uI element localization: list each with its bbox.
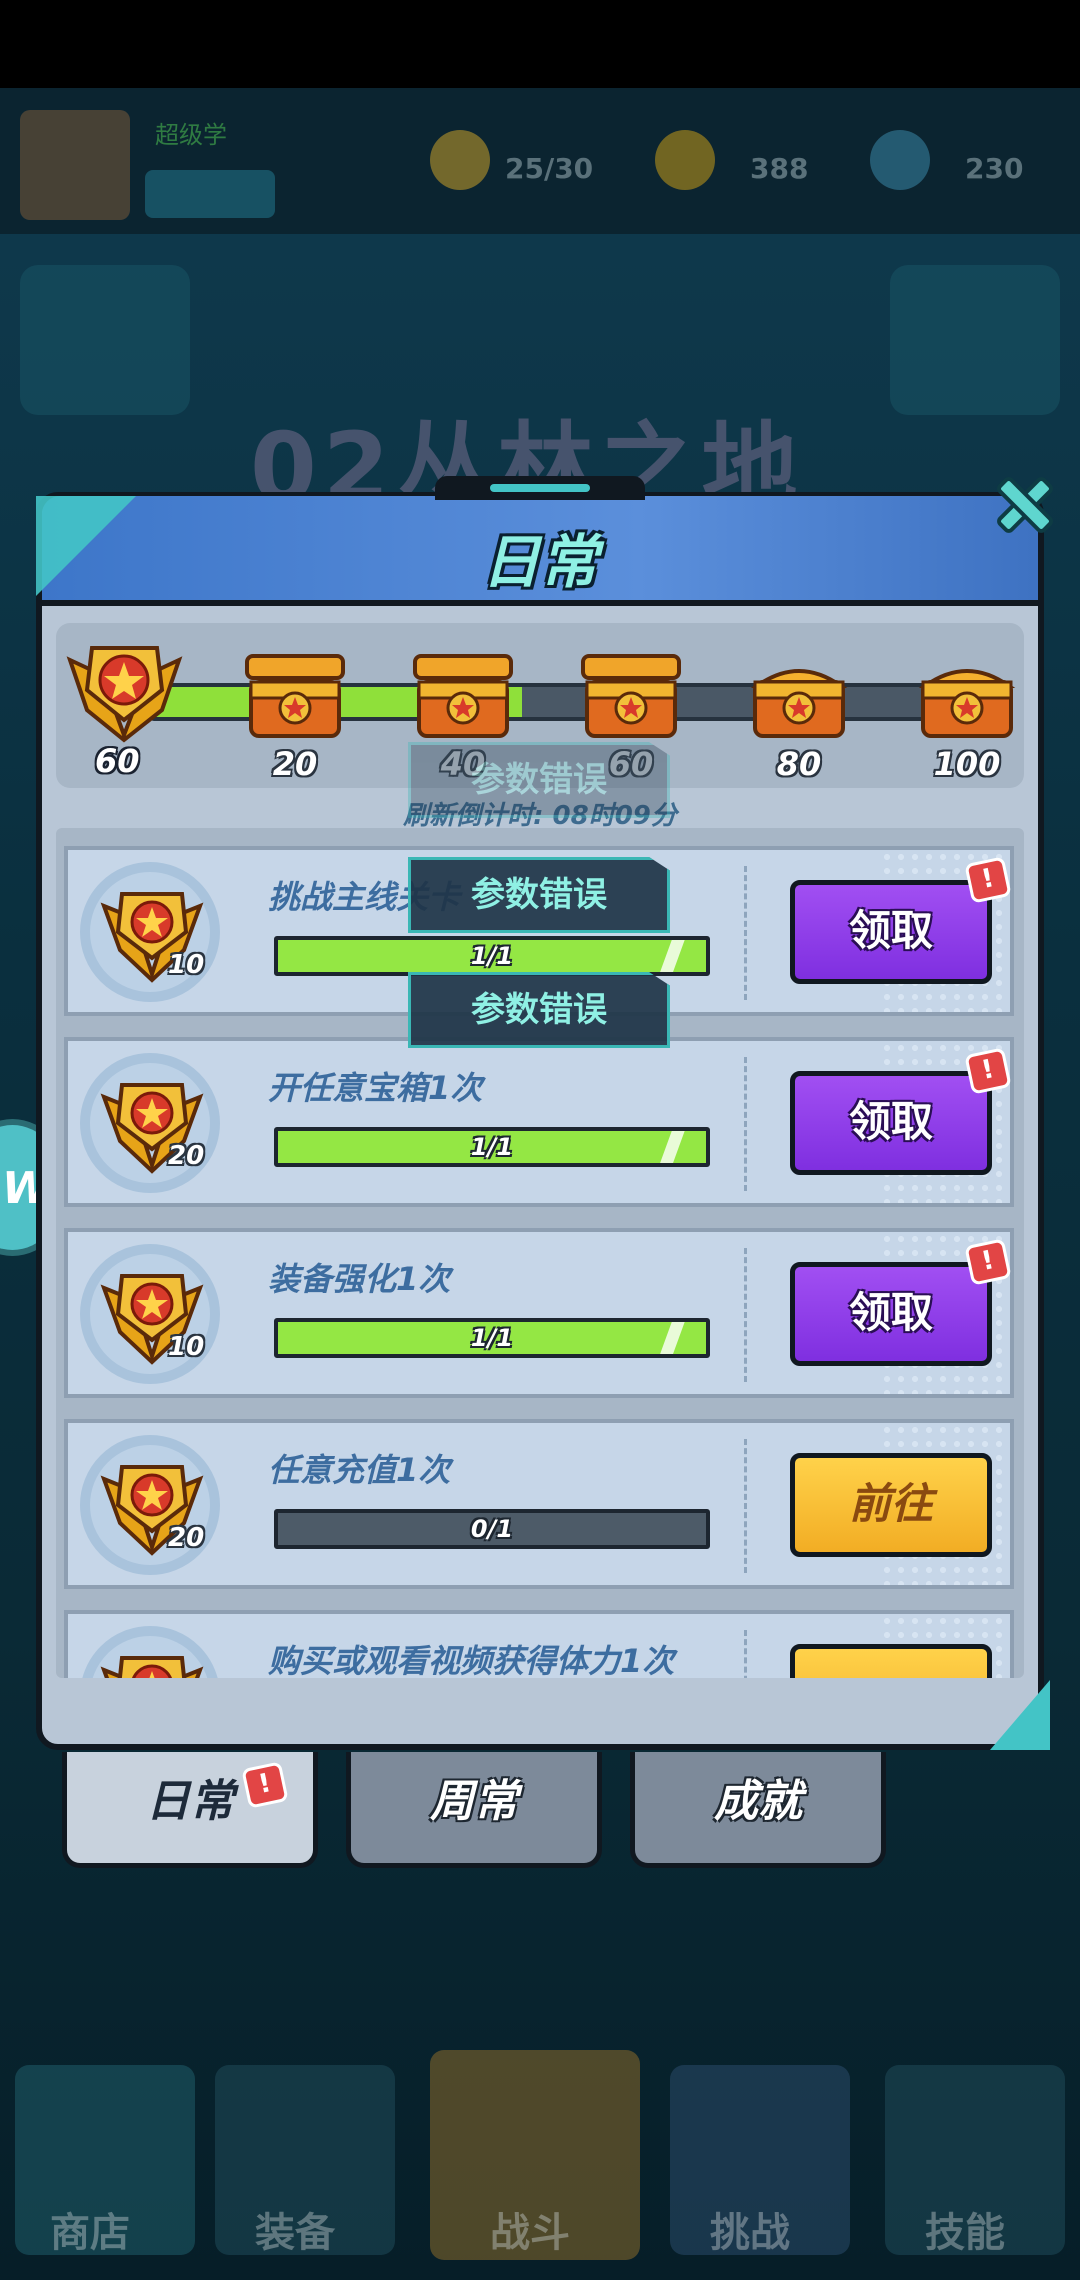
task-name: 购买或观看视频获得体力1次	[268, 1642, 675, 1678]
error-toast: 参数错误	[408, 742, 670, 818]
tab-weekly[interactable]: 周常	[346, 1752, 602, 1868]
header-corner-decoration	[36, 496, 136, 596]
task-progress-bar: 0/1	[274, 1509, 710, 1549]
task-progress-text: 0/1	[470, 1515, 514, 1543]
coin-icon	[655, 130, 715, 190]
task-row: 20 开任意宝箱1次 1/1 领取!	[64, 1037, 1014, 1207]
stamina-value: 25/30	[505, 152, 594, 185]
claim-button[interactable]: 领取	[790, 1262, 992, 1366]
chest-icon[interactable]	[915, 652, 1019, 742]
activity-medal-icon	[94, 1640, 210, 1678]
task-row: 20 任意充值1次 0/1 前往	[64, 1419, 1014, 1589]
claim-button[interactable]: 领取	[790, 880, 992, 984]
row-divider	[744, 866, 747, 1000]
vip-badge[interactable]	[145, 170, 275, 218]
error-toast: 参数错误	[408, 857, 670, 933]
opened-chest-icon[interactable]	[579, 652, 683, 742]
current-points: 60	[95, 742, 140, 780]
task-row: 购买或观看视频获得体力1次	[64, 1610, 1014, 1678]
panel-top-tab	[435, 476, 645, 500]
activity-medal-icon	[62, 640, 187, 745]
task-points: 10	[168, 1332, 205, 1362]
task-points: 10	[168, 950, 205, 980]
task-progress-bar: 1/1	[274, 936, 710, 976]
claim-button[interactable]: 领取	[790, 1071, 992, 1175]
go-button[interactable]	[790, 1644, 992, 1678]
event-card[interactable]	[890, 265, 1060, 415]
close-icon[interactable]	[990, 470, 1060, 540]
row-divider	[744, 1057, 747, 1191]
task-name: 装备强化1次	[268, 1260, 451, 1298]
row-divider	[744, 1248, 747, 1382]
task-progress-text: 1/1	[470, 942, 514, 970]
tab-daily-alert-badge: !	[241, 1761, 289, 1809]
nav-shop-label: 商店	[50, 2210, 130, 2256]
player-name: 超级学	[155, 121, 227, 149]
nav-skill-label: 技能	[925, 2210, 1005, 2256]
row-divider	[744, 1439, 747, 1573]
go-button[interactable]: 前往	[790, 1453, 992, 1557]
task-points: 20	[168, 1523, 205, 1553]
avatar[interactable]	[20, 110, 130, 220]
task-progress-bar: 1/1	[274, 1127, 710, 1167]
tab-achievement[interactable]: 成就	[630, 1752, 886, 1868]
nav-challenge-label: 挑战	[710, 2210, 790, 2256]
task-name: 开任意宝箱1次	[268, 1069, 483, 1107]
task-list[interactable]: 10 挑战主线关卡 1/1 领取! 20 开任意宝箱1次 1/1 领取! 10 装备强化1次 1/1…	[56, 828, 1024, 1678]
gem-value: 230	[965, 152, 1024, 185]
task-row: 10 装备强化1次 1/1 领取!	[64, 1228, 1014, 1398]
task-progress-text: 1/1	[470, 1133, 514, 1161]
alert-badge: !	[964, 1238, 1012, 1286]
tab-weekly-label: 周常	[430, 1776, 518, 1827]
settings-card[interactable]	[20, 265, 190, 415]
task-points: 20	[168, 1141, 205, 1171]
error-toast: 参数错误	[408, 972, 670, 1048]
lightning-icon	[430, 130, 490, 190]
alert-badge: !	[964, 1047, 1012, 1095]
task-progress-text: 1/1	[470, 1324, 514, 1352]
row-divider	[744, 1630, 747, 1678]
milestone-label: 100	[933, 745, 1001, 783]
task-name: 任意充值1次	[268, 1451, 451, 1489]
task-progress-bar: 1/1	[274, 1318, 710, 1358]
panel-title: 日常	[481, 528, 598, 596]
nav-equip-label: 装备	[255, 2210, 335, 2256]
footer-corner-decoration	[990, 1680, 1050, 1750]
opened-chest-icon[interactable]	[411, 652, 515, 742]
chest-icon[interactable]	[747, 652, 851, 742]
coin-value: 388	[750, 152, 809, 185]
alert-badge: !	[964, 856, 1012, 904]
milestone-label: 20	[272, 745, 318, 783]
tab-achievement-label: 成就	[714, 1776, 802, 1827]
tab-daily-label: 日常	[146, 1776, 234, 1827]
gem-icon	[870, 130, 930, 190]
milestone-label: 80	[776, 745, 822, 783]
nav-battle-label: 战斗	[490, 2210, 570, 2256]
opened-chest-icon[interactable]	[243, 652, 347, 742]
